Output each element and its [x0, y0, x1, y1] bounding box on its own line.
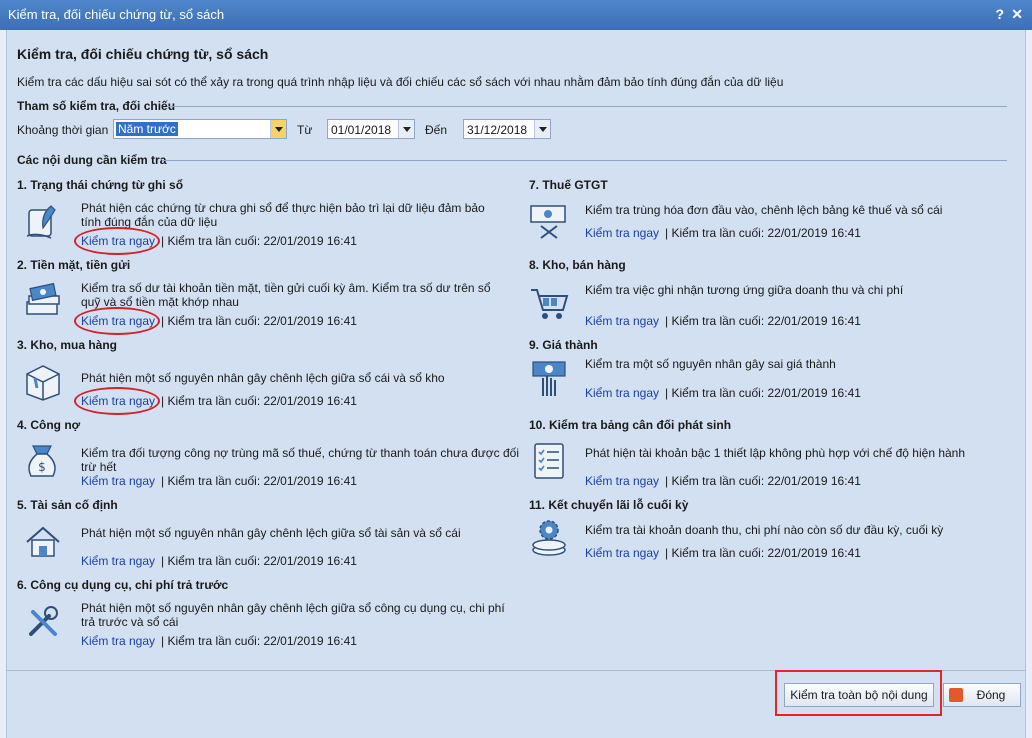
- item-title: 5. Tài sản cố định: [17, 498, 118, 512]
- item-title: 11. Kết chuyển lãi lỗ cuối kỳ: [529, 498, 689, 512]
- highlight-oval: [74, 227, 160, 255]
- quill-icon: [26, 205, 56, 239]
- item-description: Phát hiện một số nguyên nhân gây chênh l…: [81, 601, 505, 629]
- last-checked: | Kiểm tra lần cuối: 22/01/2019 16:41: [161, 474, 357, 488]
- help-button[interactable]: ?: [995, 6, 1004, 22]
- shopping-cart-icon: [531, 289, 569, 319]
- check-now-link[interactable]: Kiểm tra ngay: [585, 226, 659, 240]
- item-title: 3. Kho, mua hàng: [17, 338, 118, 352]
- box-icon: [26, 365, 60, 401]
- dialog-body: Kiểm tra, đối chiếu chứng từ, sổ sách Ki…: [6, 30, 1026, 738]
- divider: [167, 106, 1007, 107]
- hand-money-icon: [532, 361, 566, 396]
- item-description: Phát hiện tài khoản bậc 1 thiết lập khôn…: [585, 446, 966, 460]
- stop-icon: [949, 688, 963, 702]
- item-description: Kiểm tra số dư tài khoản tiền mặt, tiền …: [81, 281, 491, 309]
- to-date-input[interactable]: 31/12/2018: [463, 119, 551, 139]
- close-button-label: Đóng: [976, 688, 1006, 702]
- last-checked: | Kiểm tra lần cuối: 22/01/2019 16:41: [161, 634, 357, 648]
- item-description: Phát hiện một số nguyên nhân gây chênh l…: [81, 526, 461, 540]
- item-description: Kiểm tra việc ghi nhận tương ứng giữa do…: [585, 283, 904, 297]
- item-description: Phát hiện một số nguyên nhân gây chênh l…: [81, 371, 445, 385]
- last-checked: | Kiểm tra lần cuối: 22/01/2019 16:41: [161, 314, 357, 328]
- last-checked: | Kiểm tra lần cuối: 22/01/2019 16:41: [665, 314, 861, 328]
- last-checked: | Kiểm tra lần cuối: 22/01/2019 16:41: [665, 226, 861, 240]
- check-now-link[interactable]: Kiểm tra ngay: [81, 474, 155, 488]
- house-icon: [26, 526, 60, 557]
- last-checked: | Kiểm tra lần cuối: 22/01/2019 16:41: [665, 546, 861, 560]
- svg-text:$: $: [38, 460, 46, 474]
- chevron-down-icon[interactable]: [270, 120, 286, 138]
- item-title: 4. Công nợ: [17, 418, 81, 432]
- item-description: Kiểm tra đối tượng công nợ trùng mã số t…: [81, 446, 520, 474]
- item-title: 1. Trạng thái chứng từ ghi sổ: [17, 178, 184, 192]
- item-title: 8. Kho, bán hàng: [529, 258, 626, 272]
- last-checked: | Kiểm tra lần cuối: 22/01/2019 16:41: [161, 234, 357, 248]
- right-frame: [1026, 30, 1032, 738]
- period-label: Khoảng thời gian: [17, 123, 109, 137]
- last-checked: | Kiểm tra lần cuối: 22/01/2019 16:41: [161, 394, 357, 408]
- checklist-icon: [534, 443, 564, 479]
- item-title: 7. Thuế GTGT: [529, 178, 608, 192]
- check-all-button[interactable]: Kiểm tra toàn bộ nội dung: [784, 683, 934, 707]
- chevron-down-icon[interactable]: [534, 120, 550, 138]
- money-bag-icon: $: [28, 445, 56, 477]
- close-button[interactable]: Đóng: [943, 683, 1021, 707]
- check-now-link[interactable]: Kiểm tra ngay: [585, 546, 659, 560]
- item-description: Phát hiện các chứng từ chưa ghi sổ để th…: [81, 201, 485, 229]
- item-description: Kiểm tra trùng hóa đơn đầu vào, chênh lệ…: [585, 203, 943, 217]
- item-title: 2. Tiền mặt, tiền gửi: [17, 258, 131, 272]
- highlight-oval: [74, 307, 160, 335]
- tools-icon: [29, 606, 58, 636]
- item-title: 9. Giá thành: [529, 338, 598, 352]
- check-now-link[interactable]: Kiểm tra ngay: [585, 386, 659, 400]
- page-title: Kiểm tra, đối chiếu chứng từ, sổ sách: [17, 46, 269, 62]
- check-now-link[interactable]: Kiểm tra ngay: [585, 314, 659, 328]
- window-title: Kiểm tra, đối chiếu chứng từ, sổ sách: [8, 7, 225, 22]
- money-stack-icon: [26, 282, 60, 315]
- from-label: Từ: [297, 123, 313, 137]
- content-section: Các nội dung cần kiểm tra: [17, 153, 1007, 167]
- check-now-link[interactable]: Kiểm tra ngay: [585, 474, 659, 488]
- divider: [162, 160, 1007, 161]
- item-title: 10. Kiểm tra bảng cân đối phát sinh: [529, 418, 732, 432]
- last-checked: | Kiểm tra lần cuối: 22/01/2019 16:41: [665, 386, 861, 400]
- item-description: Kiểm tra một số nguyên nhân gây sai giá …: [585, 357, 836, 371]
- page-description: Kiểm tra các dấu hiệu sai sót có thể xảy…: [17, 75, 784, 89]
- highlight-oval: [74, 387, 160, 415]
- check-now-link[interactable]: Kiểm tra ngay: [81, 634, 155, 648]
- chevron-down-icon[interactable]: [398, 120, 414, 138]
- invoice-scissors-icon: [530, 205, 566, 239]
- period-value: Năm trước: [116, 122, 178, 136]
- from-date-value: 01/01/2018: [331, 123, 392, 137]
- item-title: 6. Công cụ dụng cụ, chi phí trả trước: [17, 578, 229, 592]
- title-bar: Kiểm tra, đối chiếu chứng từ, sổ sách ? …: [0, 0, 1032, 30]
- close-window-button[interactable]: ✕: [1011, 6, 1023, 23]
- check-now-link[interactable]: Kiểm tra ngay: [81, 554, 155, 568]
- last-checked: | Kiểm tra lần cuối: 22/01/2019 16:41: [665, 474, 861, 488]
- params-section: Tham số kiểm tra, đối chiếu: [17, 99, 1007, 113]
- to-label: Đến: [425, 123, 448, 137]
- period-select[interactable]: Năm trước: [113, 119, 287, 139]
- last-checked: | Kiểm tra lần cuối: 22/01/2019 16:41: [161, 554, 357, 568]
- item-description: Kiểm tra tài khoản doanh thu, chi phí nà…: [585, 523, 944, 537]
- params-section-title: Tham số kiểm tra, đối chiếu: [17, 99, 176, 113]
- gear-coins-icon: [532, 520, 566, 556]
- content-section-title: Các nội dung cần kiểm tra: [17, 153, 167, 167]
- from-date-input[interactable]: 01/01/2018: [327, 119, 415, 139]
- to-date-value: 31/12/2018: [467, 123, 528, 137]
